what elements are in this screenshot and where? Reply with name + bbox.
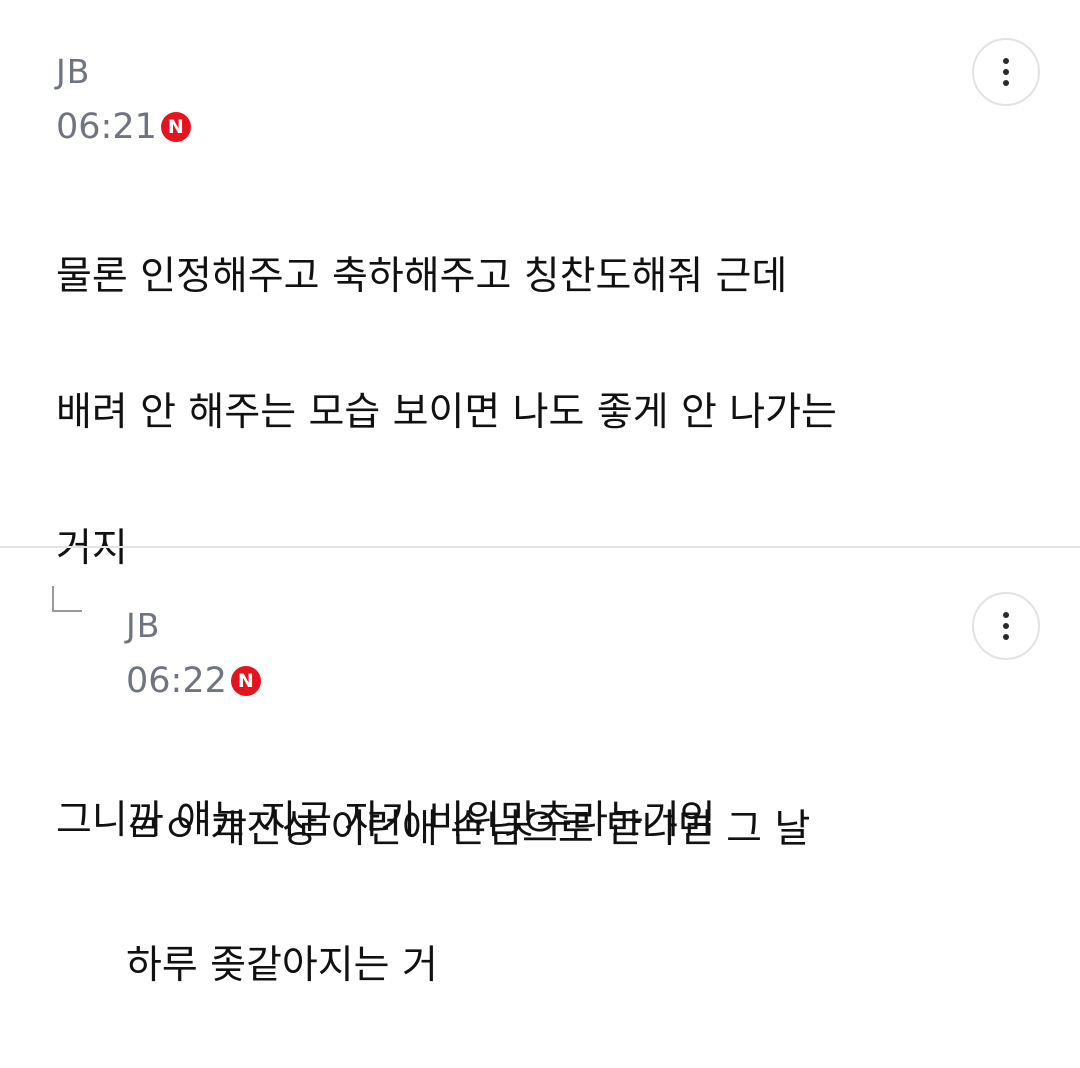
comment-body: ㄹㅇ 개진상 이런애 손님으로 만나면 그 날 하루 좆같아지는 거 bbox=[126, 728, 810, 1068]
new-badge-label: N bbox=[167, 115, 184, 138]
comment-time: 06:21 bbox=[56, 107, 157, 147]
comment-line: 하루 좆같아지는 거 bbox=[126, 943, 438, 988]
comment-author[interactable]: JB bbox=[126, 606, 160, 646]
comment-time: 06:22 bbox=[126, 661, 227, 701]
new-badge: N bbox=[230, 666, 261, 696]
more-options-button[interactable] bbox=[972, 592, 1040, 660]
more-vertical-icon bbox=[1003, 58, 1009, 64]
comment-author[interactable]: JB bbox=[56, 52, 90, 92]
new-badge: N bbox=[160, 112, 191, 142]
reply-comment: JB 06:22 N ㄹㅇ 개진상 이런애 손님으로 만나면 그 날 하루 좆같… bbox=[0, 548, 1080, 988]
new-badge-label: N bbox=[237, 669, 254, 692]
comment-line: ㄹㅇ 개진상 이런애 손님으로 만나면 그 날 bbox=[126, 807, 811, 852]
comment: JB 06:21 N 물론 인정해주고 축하해주고 칭찬도해줘 근데 배려 안 … bbox=[0, 0, 1080, 843]
comment-line: 배려 안 해주는 모습 보이면 나도 좋게 안 나가는 bbox=[56, 390, 837, 435]
more-vertical-icon bbox=[1003, 612, 1009, 618]
comment-meta: 06:21 N bbox=[56, 105, 191, 149]
more-options-button[interactable] bbox=[972, 38, 1040, 106]
reply-arrow-icon bbox=[52, 586, 82, 612]
comment-line: 물론 인정해주고 축하해주고 칭찬도해줘 근데 bbox=[56, 254, 788, 299]
comment-meta: 06:22 N bbox=[126, 659, 261, 703]
